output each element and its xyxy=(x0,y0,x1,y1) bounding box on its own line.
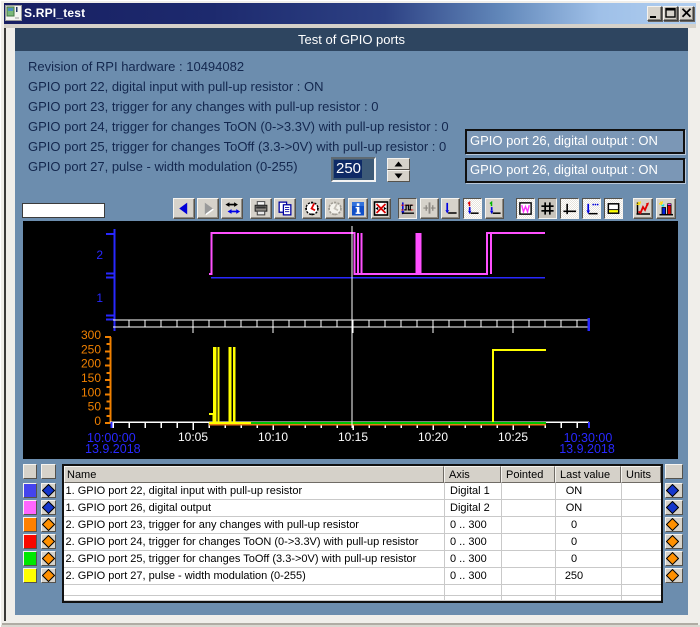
svg-text:300: 300 xyxy=(81,328,101,342)
svg-text:10:05: 10:05 xyxy=(178,430,208,444)
svg-text:100: 100 xyxy=(81,385,101,399)
svg-text:250: 250 xyxy=(81,342,101,356)
svg-text:0: 0 xyxy=(94,414,101,428)
svg-text:2: 2 xyxy=(96,248,103,262)
svg-text:1: 1 xyxy=(96,291,103,305)
svg-text:50: 50 xyxy=(88,400,102,414)
svg-text:13.9.2018: 13.9.2018 xyxy=(559,442,615,456)
svg-text:10:15: 10:15 xyxy=(338,430,368,444)
svg-text:10:25: 10:25 xyxy=(498,430,528,444)
svg-text:10:20: 10:20 xyxy=(418,430,448,444)
svg-text:13.9.2018: 13.9.2018 xyxy=(85,442,141,456)
svg-text:150: 150 xyxy=(81,371,101,385)
svg-text:200: 200 xyxy=(81,357,101,371)
svg-text:10:10: 10:10 xyxy=(258,430,288,444)
